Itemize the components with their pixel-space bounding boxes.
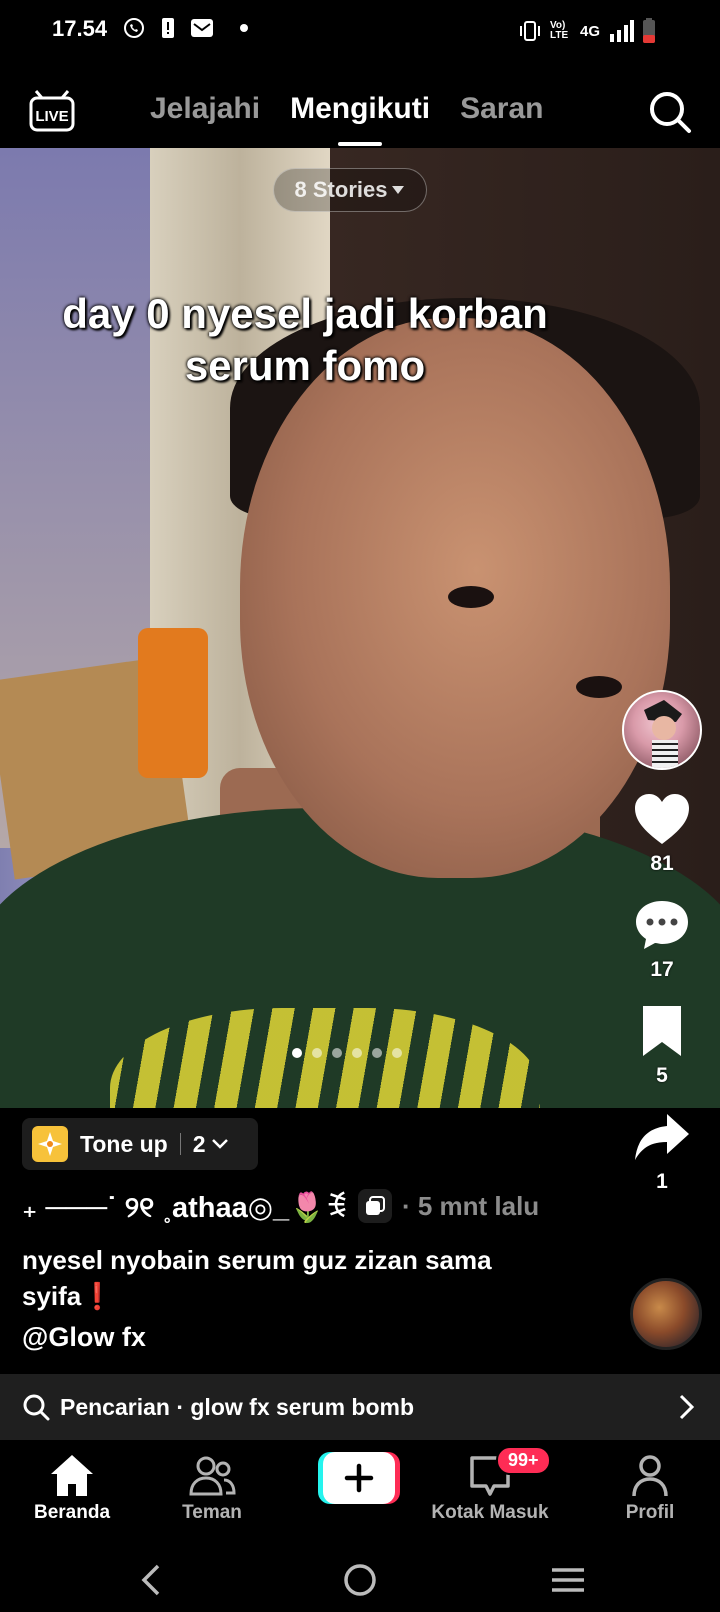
comment-icon[interactable] (633, 898, 691, 952)
repost-badge (357, 1189, 392, 1223)
video-player[interactable]: 8 Stories day 0 nyesel jadi korban serum… (0, 148, 720, 1108)
carousel-dot (352, 1048, 362, 1058)
system-navigation-bar (0, 1540, 720, 1612)
video-text-overlay: day 0 nyesel jadi korban serum fomo (62, 290, 548, 389)
dot-icon (240, 24, 248, 32)
video-background-object (138, 628, 208, 778)
heart-icon[interactable] (633, 792, 691, 846)
comment-count: 17 (650, 958, 674, 981)
share-count: 1 (656, 1170, 668, 1193)
stories-label: 8 Stories (294, 177, 388, 202)
share-action[interactable]: 1 (633, 1110, 691, 1194)
live-label: LIVE (35, 108, 68, 125)
tab-mengikuti[interactable]: Mengikuti (290, 92, 430, 126)
whatsapp-icon (124, 18, 144, 38)
comment-action[interactable]: 17 (633, 898, 691, 982)
nav-inbox-label: Kotak Masuk (431, 1502, 549, 1523)
nav-friends-label: Teman (182, 1502, 242, 1523)
share-icon[interactable] (633, 1110, 691, 1164)
inbox-unread-badge: 99+ (496, 1446, 551, 1475)
search-icon (23, 1394, 50, 1421)
nav-home-label: Beranda (33, 1502, 111, 1523)
nav-home[interactable]: Beranda (2, 1452, 142, 1524)
create-post-button[interactable] (318, 1452, 400, 1504)
alert-icon (162, 18, 174, 38)
battery-icon (643, 18, 655, 43)
status-bar: 17.54 Vo) LTE 4G (0, 0, 720, 62)
status-time: 17.54 (52, 16, 108, 41)
like-action[interactable]: 81 (633, 792, 691, 876)
bookmark-icon[interactable] (633, 1004, 691, 1058)
home-circle-icon[interactable] (340, 1560, 380, 1600)
carousel-dot (392, 1048, 402, 1058)
search-suggestion-text: Pencarian · glow fx serum bomb (60, 1393, 415, 1420)
post-mention[interactable]: @Glow fx (22, 1322, 146, 1353)
mail-icon (191, 19, 213, 37)
creator-avatar[interactable] (622, 690, 702, 770)
effect-divider (179, 1133, 181, 1155)
effect-count-value: 2 (192, 1130, 206, 1157)
chevron-right-icon (679, 1394, 695, 1420)
status-notification-icons (122, 16, 248, 40)
back-icon[interactable] (132, 1560, 172, 1600)
nav-friends[interactable]: Teman (142, 1452, 282, 1524)
tab-saran[interactable]: Saran (460, 92, 543, 126)
top-header: LIVE Jelajahi Mengikuti Saran (0, 62, 720, 148)
stories-dropdown-button[interactable]: 8 Stories (273, 168, 427, 212)
post-description: nyesel nyobain serum guz zizan sama syif… (22, 1245, 492, 1311)
tab-jelajahi[interactable]: Jelajahi (150, 92, 260, 126)
feed-tabs: Jelajahi Mengikuti Saran (150, 92, 543, 126)
friends-icon (189, 1456, 236, 1496)
carousel-dot (332, 1048, 342, 1058)
like-count: 81 (650, 852, 674, 875)
save-action[interactable]: 5 (633, 1004, 691, 1088)
status-right-icons: Vo) LTE 4G (518, 18, 656, 44)
carousel-indicator (292, 1048, 402, 1058)
effect-name: Tone up (80, 1130, 168, 1157)
carousel-dot (372, 1048, 382, 1058)
nav-profile-label: Profil (625, 1502, 675, 1523)
carousel-dot (292, 1048, 302, 1058)
volte-label: Vo) LTE (549, 20, 569, 41)
author-row: ₊ ───˙ ୨୧ ˳athaa◎_🌷ꉂ · 5 mnt lalu (22, 1186, 539, 1226)
save-count: 5 (656, 1064, 668, 1087)
action-rail: 81 17 5 1 (620, 690, 704, 1194)
video-subject-eye-left (448, 586, 494, 608)
signal-icon (610, 20, 634, 42)
effect-tag[interactable]: Tone up 2 (22, 1118, 258, 1170)
home-icon (51, 1455, 93, 1496)
carousel-dot (312, 1048, 322, 1058)
video-subject-eye-right (576, 676, 622, 698)
layers-icon (365, 1196, 385, 1215)
avatar-figure-icon (644, 700, 682, 768)
effect-sparkle-icon (32, 1126, 68, 1162)
effect-count: 2 (193, 1131, 228, 1158)
caret-down-icon (392, 186, 405, 194)
profile-icon (632, 1455, 668, 1497)
author-username[interactable]: ₊ ───˙ ୨୧ ˳athaa◎_🌷ꉂ (22, 1187, 348, 1225)
recents-menu-icon[interactable] (548, 1560, 588, 1600)
post-time-ago: · 5 mnt lalu (401, 1190, 540, 1221)
nav-profile[interactable]: Profil (580, 1452, 720, 1524)
live-icon[interactable]: LIVE (28, 90, 76, 134)
vibrate-icon (519, 21, 540, 41)
network-label: 4G (579, 22, 600, 40)
chevron-down-icon (211, 1139, 228, 1149)
bottom-navigation: Beranda Teman Kotak Masuk 99+ Profil (0, 1440, 720, 1540)
music-disc[interactable] (630, 1278, 702, 1350)
search-icon[interactable] (648, 90, 692, 134)
search-suggestion-bar[interactable]: Pencarian · glow fx serum bomb (0, 1374, 720, 1440)
